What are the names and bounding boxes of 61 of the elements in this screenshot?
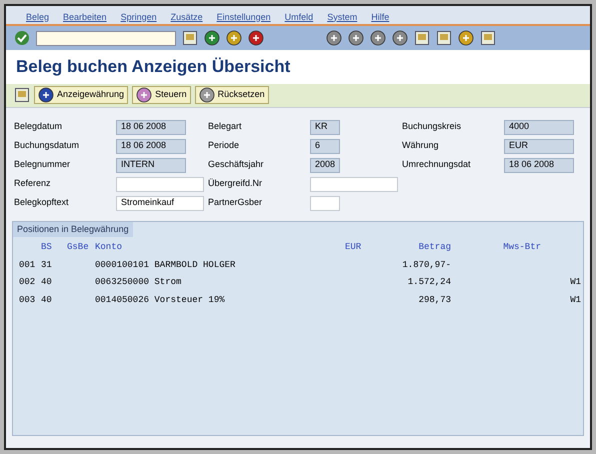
- screen-title: Beleg buchen Anzeigen Übersicht: [16, 56, 292, 78]
- column-header: Mws-Btr: [502, 241, 541, 254]
- table-cell-text: 001: [19, 258, 36, 272]
- column-header: EUR: [345, 241, 362, 254]
- table-cell-text: 1.572,24: [406, 276, 451, 289]
- field-label: Belegdatum: [14, 120, 64, 134]
- column-header: GsBe: [67, 241, 90, 254]
- display-field: 18 06 2008: [504, 158, 574, 172]
- display-field: 18 06 2008: [116, 120, 186, 134]
- input-field[interactable]: [310, 196, 340, 210]
- menu-item[interactable]: System: [327, 10, 358, 24]
- field-label: Belegart: [208, 120, 243, 134]
- field-label: Übergreifd.Nr: [208, 177, 264, 190]
- field-label: Belegnummer: [14, 158, 72, 172]
- toolbar-button[interactable]: Anzeigewährung: [34, 86, 128, 104]
- display-field: 6: [310, 138, 340, 154]
- menu-item[interactable]: Bearbeiten: [63, 10, 107, 24]
- field-label: Umrechnungsdat: [402, 158, 472, 172]
- table-cell-text: 298,73: [418, 294, 451, 306]
- field-label: Währung: [402, 139, 440, 152]
- menu-item[interactable]: Springen: [120, 10, 157, 24]
- field-label: Buchungsdatum: [14, 139, 80, 152]
- menu-item[interactable]: Zusätze: [170, 10, 203, 24]
- menu-item[interactable]: Umfeld: [284, 10, 314, 24]
- table-cell-text: 0014050026 Vorsteuer 19%: [95, 294, 226, 306]
- table-cell-text: W1: [569, 276, 581, 289]
- display-field: 4000: [504, 120, 574, 134]
- check-icon[interactable]: [14, 30, 30, 46]
- table-cell-text: 003: [19, 294, 36, 306]
- table-cell-text: 40: [41, 276, 53, 289]
- table-cell-text: 0000100101 BARMBOLD HOLGER: [95, 258, 236, 272]
- field-label: Belegkopftext: [14, 196, 70, 210]
- column-header: Betrag: [418, 241, 451, 254]
- display-field: 2008: [310, 158, 340, 172]
- field-label: PartnerGsber: [208, 196, 264, 210]
- display-field: KR: [310, 120, 340, 134]
- field-label: Periode: [208, 139, 240, 152]
- table-cell-text: 0063250000 Strom: [95, 276, 182, 289]
- table-cell-text: 31: [41, 258, 53, 272]
- command-field[interactable]: [36, 30, 176, 46]
- input-field[interactable]: [310, 176, 398, 192]
- column-header: Konto: [95, 241, 124, 254]
- table-cell-text: W1: [569, 294, 581, 306]
- field-label: Geschäftsjahr: [208, 158, 265, 172]
- table-cell-text: 1.870,97-: [401, 258, 451, 272]
- display-field: INTERN: [116, 158, 186, 172]
- display-field: EUR: [504, 138, 574, 154]
- display-field: 18 06 2008: [116, 138, 186, 154]
- toolbar-button[interactable]: Rücksetzen: [194, 86, 269, 104]
- menu-item[interactable]: Einstellungen: [216, 10, 271, 24]
- table-cell-text: 40: [41, 294, 53, 306]
- input-field[interactable]: [116, 176, 204, 192]
- table-cell-text: 002: [19, 276, 36, 289]
- input-field[interactable]: Stromeinkauf: [116, 196, 204, 210]
- column-header: BS: [41, 241, 53, 254]
- field-label: Buchungskreis: [402, 120, 462, 134]
- menu-item[interactable]: Beleg: [26, 10, 50, 24]
- toolbar-button[interactable]: Steuern: [132, 86, 191, 104]
- field-label: Referenz: [14, 177, 52, 190]
- panel-title: Positionen in Belegwährung: [13, 222, 133, 237]
- menu-item[interactable]: Hilfe: [371, 10, 390, 24]
